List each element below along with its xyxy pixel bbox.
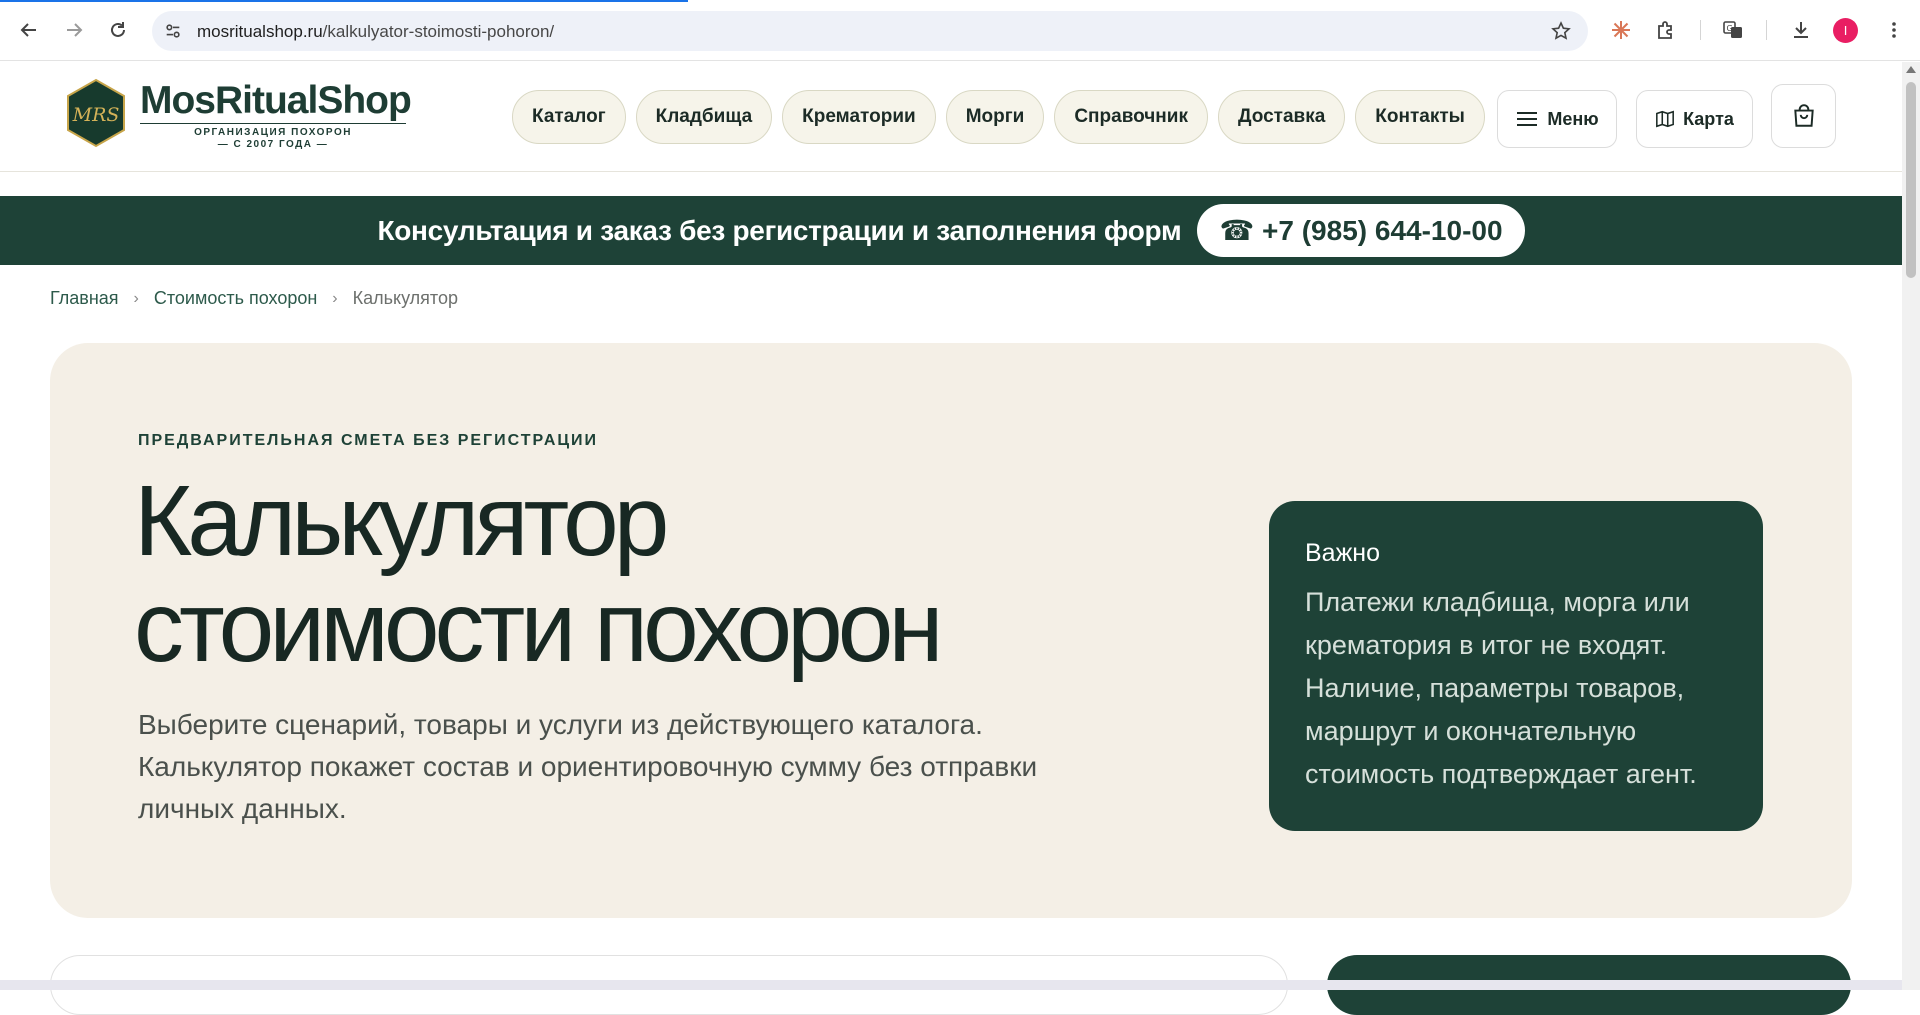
- toolbar-divider: [1766, 20, 1767, 40]
- breadcrumb-separator: ›: [133, 289, 139, 307]
- nav-crematoria[interactable]: Крематории: [782, 90, 936, 144]
- map-button-label: Карта: [1683, 108, 1734, 129]
- page-title: Калькулятор стоимости похорон: [134, 465, 944, 683]
- logo-monogram: MRS: [72, 104, 120, 126]
- back-button[interactable]: [14, 15, 44, 45]
- reload-button[interactable]: [103, 15, 133, 45]
- nav-cemeteries[interactable]: Кладбища: [635, 90, 773, 144]
- scrollbar-thumb[interactable]: [1906, 82, 1916, 278]
- hero-lead: Выберите сценарий, товары и услуги из де…: [138, 709, 1038, 824]
- site-info-icon[interactable]: [162, 20, 184, 42]
- page-scrollbar[interactable]: [1902, 62, 1920, 990]
- logo-title: MosRitualShop: [140, 79, 412, 122]
- map-button[interactable]: Карта: [1636, 90, 1753, 148]
- logo-rule: [140, 123, 406, 124]
- forward-button[interactable]: [59, 15, 89, 45]
- breadcrumb: Главная › Стоимость похорон › Калькулято…: [50, 288, 458, 309]
- browser-toolbar: mosritualshop.ru/kalkulyator-stoimosti-p…: [0, 0, 1920, 61]
- breadcrumb-parent[interactable]: Стоимость похорон: [154, 288, 317, 309]
- logo-subtitle: ОРГАНИЗАЦИЯ ПОХОРОН: [194, 127, 352, 138]
- breadcrumb-separator: ›: [332, 289, 338, 307]
- menu-button[interactable]: Меню: [1497, 90, 1617, 148]
- scroll-up-arrow-icon[interactable]: [1906, 66, 1916, 73]
- arrow-right-icon: [67, 23, 83, 37]
- arrow-left-icon: [20, 23, 36, 37]
- notice-title: Важно: [1305, 539, 1381, 567]
- claude-extension-icon[interactable]: [1607, 16, 1635, 44]
- nav-catalog[interactable]: Каталог: [512, 90, 626, 144]
- site-header: MRS MosRitualShop ОРГАНИЗАЦИЯ ПОХОРОН — …: [0, 62, 1902, 172]
- consultation-banner: Консультация и заказ без регистрации и з…: [0, 196, 1902, 265]
- logo-since: — С 2007 ГОДА —: [217, 139, 329, 150]
- menu-button-label: Меню: [1547, 108, 1599, 129]
- nav-reference[interactable]: Справочник: [1054, 90, 1208, 144]
- hamburger-icon: [1517, 112, 1538, 126]
- cart-button[interactable]: [1771, 84, 1836, 148]
- download-icon[interactable]: [1787, 16, 1815, 44]
- nav-morgues[interactable]: Морги: [945, 90, 1045, 144]
- toolbar-divider: [1700, 20, 1701, 40]
- hero-section: ПРЕДВАРИТЕЛЬНАЯ СМЕТА БЕЗ РЕГИСТРАЦИИ Ка…: [50, 343, 1852, 918]
- reload-icon: [111, 22, 125, 37]
- profile-avatar[interactable]: I: [1833, 18, 1858, 43]
- bookmark-star-icon[interactable]: [1550, 20, 1572, 42]
- breadcrumb-home[interactable]: Главная: [50, 288, 119, 309]
- main-nav: Каталог Кладбища Крематории Морги Справо…: [512, 90, 1485, 144]
- page-bottom-edge: [0, 980, 1902, 990]
- breadcrumb-current: Калькулятор: [352, 288, 458, 308]
- banner-text: Консультация и заказ без регистрации и з…: [377, 214, 1182, 246]
- address-bar[interactable]: mosritualshop.ru/kalkulyator-stoimosti-p…: [152, 11, 1588, 51]
- notice-body: Платежи кладбища, морга или крематория в…: [1305, 587, 1697, 789]
- extensions-puzzle-icon[interactable]: [1652, 16, 1680, 44]
- url-host: mosritualshop.ru: [197, 22, 323, 41]
- phone-button[interactable]: ☎ +7 (985) 644-10-00: [1197, 204, 1525, 257]
- hero-eyebrow: ПРЕДВАРИТЕЛЬНАЯ СМЕТА БЕЗ РЕГИСТРАЦИИ: [138, 432, 599, 449]
- url-text: mosritualshop.ru/kalkulyator-stoimosti-p…: [197, 22, 554, 42]
- more-vert-icon[interactable]: [1880, 16, 1908, 44]
- nav-delivery[interactable]: Доставка: [1217, 90, 1346, 144]
- shopping-bag-icon: [1793, 104, 1814, 127]
- logo-emblem[interactable]: MRS: [66, 78, 126, 148]
- page-load-progress: [0, 0, 688, 2]
- map-icon: [1656, 110, 1675, 128]
- translate-icon[interactable]: G: [1719, 16, 1747, 44]
- url-path: /kalkulyator-stoimosti-pohoron/: [322, 22, 555, 41]
- important-notice-card: Важно Платежи кладбища, морга или кремат…: [1269, 501, 1763, 831]
- logo-wordmark[interactable]: MosRitualShop ОРГАНИЗАЦИЯ ПОХОРОН — С 20…: [140, 79, 412, 151]
- nav-contacts[interactable]: Контакты: [1355, 90, 1485, 144]
- svg-text:G: G: [1727, 24, 1733, 33]
